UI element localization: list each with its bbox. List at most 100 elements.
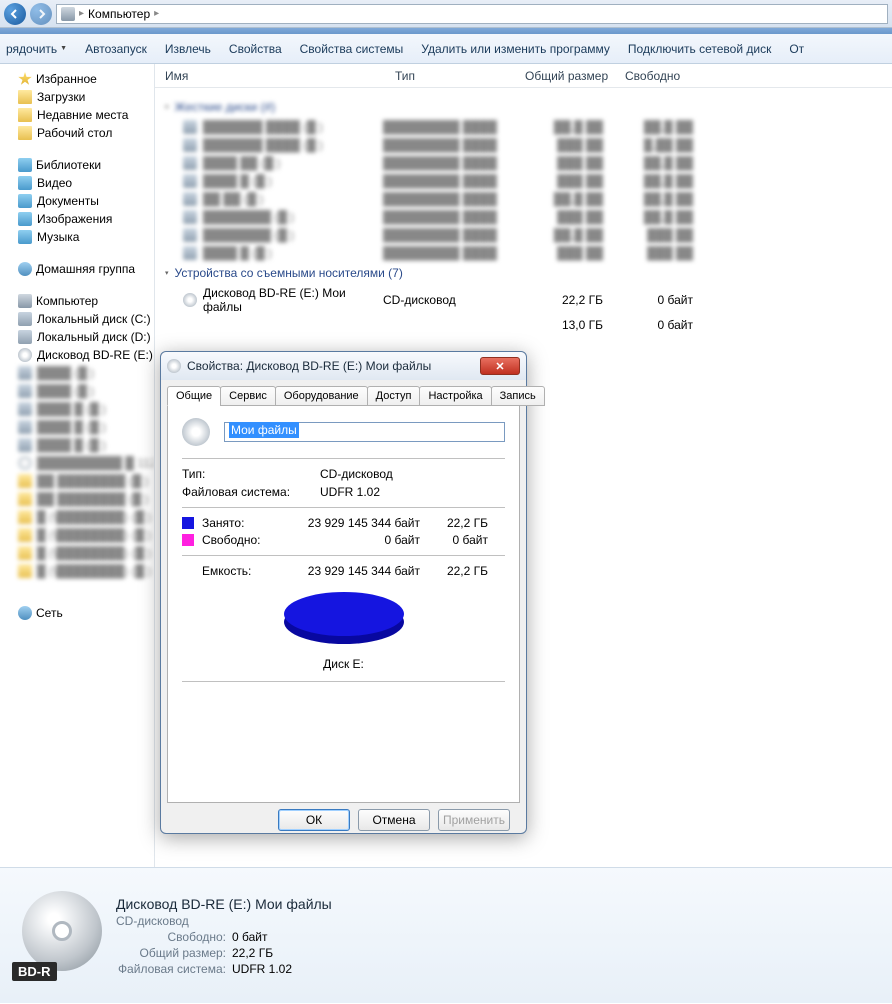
- drive-icon: [18, 402, 32, 416]
- chevron-down-icon: ▼: [60, 45, 67, 52]
- tab-general[interactable]: Общие: [167, 386, 221, 406]
- item-size: 13,0 ГБ: [513, 318, 603, 332]
- details-total-value: 22,2 ГБ: [232, 946, 273, 960]
- details-free-value: 0 байт: [232, 930, 267, 944]
- column-name[interactable]: Имя: [159, 69, 389, 83]
- tab-panel-general: Мои файлы Тип:CD-дисковод Файловая систе…: [167, 405, 520, 803]
- apply-button[interactable]: Применить: [438, 809, 510, 831]
- table-row[interactable]: ████ ██ (█:)█████████ ███████ ████,█ ██: [155, 154, 892, 172]
- sidebar-item-documents[interactable]: Документы: [0, 192, 154, 210]
- computer-group[interactable]: Компьютер: [0, 292, 154, 310]
- folder-icon: [18, 528, 32, 542]
- column-headers: Имя Тип Общий размер Свободно: [155, 64, 892, 88]
- table-row-bdre[interactable]: Дисковод BD-RE (E:) Мои файлы CD-дисково…: [155, 284, 892, 316]
- back-button[interactable]: [4, 3, 26, 25]
- network-group[interactable]: Сеть: [0, 604, 154, 622]
- sidebar-item-redacted[interactable]: ██████████ █ 112: [0, 454, 154, 472]
- divider: [182, 681, 505, 682]
- properties-dialog: Свойства: Дисковод BD-RE (E:) Мои файлы …: [160, 351, 527, 834]
- details-free-label: Свободно:: [116, 930, 226, 944]
- tab-hardware[interactable]: Оборудование: [275, 386, 368, 406]
- group-hard-drives[interactable]: ▾Жесткие диски (#): [155, 96, 892, 118]
- system-properties-button[interactable]: Свойства системы: [300, 42, 404, 56]
- tab-recording[interactable]: Запись: [491, 386, 545, 406]
- breadcrumb-item[interactable]: Компьютер: [88, 7, 150, 21]
- table-row[interactable]: 13,0 ГБ 0 байт: [155, 316, 892, 334]
- homegroup-group[interactable]: Домашняя группа: [0, 260, 154, 278]
- sidebar-item-redacted[interactable]: ████ (█:): [0, 364, 154, 382]
- star-icon: [18, 72, 32, 86]
- disc-icon: [18, 348, 32, 362]
- eject-button[interactable]: Извлечь: [165, 42, 211, 56]
- table-row[interactable]: ████ █ (█:)█████████ ███████ ████,█ ██: [155, 172, 892, 190]
- sidebar-item-redacted[interactable]: ██ ████████ (█:): [0, 490, 154, 508]
- folder-icon: [18, 492, 32, 506]
- table-row[interactable]: ████ █ (█:)█████████ ███████ █████ ██: [155, 244, 892, 262]
- sidebar-item-bdre[interactable]: Дисковод BD-RE (E:) Мои: [0, 346, 154, 364]
- sidebar-item-redacted[interactable]: ████ █ (█:): [0, 400, 154, 418]
- table-row[interactable]: ███████ ████ (█:)█████████ ███████ ███,█…: [155, 136, 892, 154]
- sidebar-item-redacted[interactable]: █ (\████████) (█:): [0, 508, 154, 526]
- autoplay-button[interactable]: Автозапуск: [85, 42, 147, 56]
- dialog-tabs: Общие Сервис Оборудование Доступ Настрой…: [167, 386, 520, 406]
- fs-label: Файловая система:: [182, 485, 312, 499]
- folder-icon: [18, 108, 32, 122]
- sidebar-item-pictures[interactable]: Изображения: [0, 210, 154, 228]
- group-removable[interactable]: ▾Устройства со съемными носителями (7): [155, 262, 892, 284]
- sidebar-item-redacted[interactable]: █ (\████████) (█:): [0, 526, 154, 544]
- ok-button[interactable]: ОК: [278, 809, 350, 831]
- uninstall-button[interactable]: Удалить или изменить программу: [421, 42, 610, 56]
- column-total[interactable]: Общий размер: [519, 69, 619, 83]
- chevron-right-icon: ▸: [79, 8, 84, 19]
- drive-icon: [183, 120, 197, 134]
- column-type[interactable]: Тип: [389, 69, 519, 83]
- forward-button[interactable]: [30, 3, 52, 25]
- dialog-titlebar[interactable]: Свойства: Дисковод BD-RE (E:) Мои файлы …: [161, 352, 526, 380]
- table-row[interactable]: ████████ (█:)█████████ ███████ ████,█ ██: [155, 208, 892, 226]
- table-row[interactable]: ██ ██ (█:)█████████ ██████,█ ████,█ ██: [155, 190, 892, 208]
- table-row[interactable]: ███████ ████ (█:)█████████ ██████,█ ████…: [155, 118, 892, 136]
- free-swatch: [182, 534, 194, 546]
- cancel-button[interactable]: Отмена: [358, 809, 430, 831]
- sidebar-item-drive-d[interactable]: Локальный диск (D:): [0, 328, 154, 346]
- drive-icon: [18, 312, 32, 326]
- computer-icon: [18, 294, 32, 308]
- sidebar-item-redacted[interactable]: ██ ████████ (█:): [0, 472, 154, 490]
- network-icon: [18, 606, 32, 620]
- volume-name-input[interactable]: Мои файлы: [224, 422, 505, 442]
- properties-button[interactable]: Свойства: [229, 42, 282, 56]
- drive-icon: [183, 138, 197, 152]
- map-drive-button[interactable]: Подключить сетевой диск: [628, 42, 771, 56]
- sidebar-item-music[interactable]: Музыка: [0, 228, 154, 246]
- sidebar-item-redacted[interactable]: ████ █ (█:): [0, 418, 154, 436]
- sidebar-item-redacted[interactable]: █ (\████████) (█:): [0, 562, 154, 580]
- sidebar-item-redacted[interactable]: ████ █ (█:): [0, 436, 154, 454]
- sidebar-item-videos[interactable]: Видео: [0, 174, 154, 192]
- disc-icon: [22, 891, 102, 971]
- sidebar-item-recent[interactable]: Недавние места: [0, 106, 154, 124]
- table-row[interactable]: ████████ (█:)█████████ ██████,█ █████ ██: [155, 226, 892, 244]
- close-button[interactable]: ✕: [480, 357, 520, 375]
- sidebar-item-downloads[interactable]: Загрузки: [0, 88, 154, 106]
- sidebar-item-redacted[interactable]: ████ (█:): [0, 382, 154, 400]
- item-name: Дисковод BD-RE (E:) Мои файлы: [203, 286, 383, 314]
- used-gb: 22,2 ГБ: [428, 516, 488, 530]
- breadcrumb[interactable]: ▸ Компьютер ▸: [56, 4, 888, 24]
- drive-icon: [183, 192, 197, 206]
- tab-customize[interactable]: Настройка: [419, 386, 491, 406]
- sidebar-item-drive-c[interactable]: Локальный диск (C:): [0, 310, 154, 328]
- folder-icon: [18, 546, 32, 560]
- type-value: CD-дисковод: [320, 467, 393, 481]
- favorites-group[interactable]: Избранное: [0, 70, 154, 88]
- sidebar-item-redacted[interactable]: █ (\████████) (█:): [0, 544, 154, 562]
- item-size: 22,2 ГБ: [513, 293, 603, 307]
- drive-icon: [183, 210, 197, 224]
- tab-tools[interactable]: Сервис: [220, 386, 276, 406]
- sidebar-item-desktop[interactable]: Рабочий стол: [0, 124, 154, 142]
- column-free[interactable]: Свободно: [619, 69, 709, 83]
- tab-sharing[interactable]: Доступ: [367, 386, 421, 406]
- music-icon: [18, 230, 32, 244]
- organize-menu[interactable]: рядочить▼: [6, 42, 67, 56]
- libraries-group[interactable]: Библиотеки: [0, 156, 154, 174]
- toolbar-overflow[interactable]: От: [789, 42, 804, 56]
